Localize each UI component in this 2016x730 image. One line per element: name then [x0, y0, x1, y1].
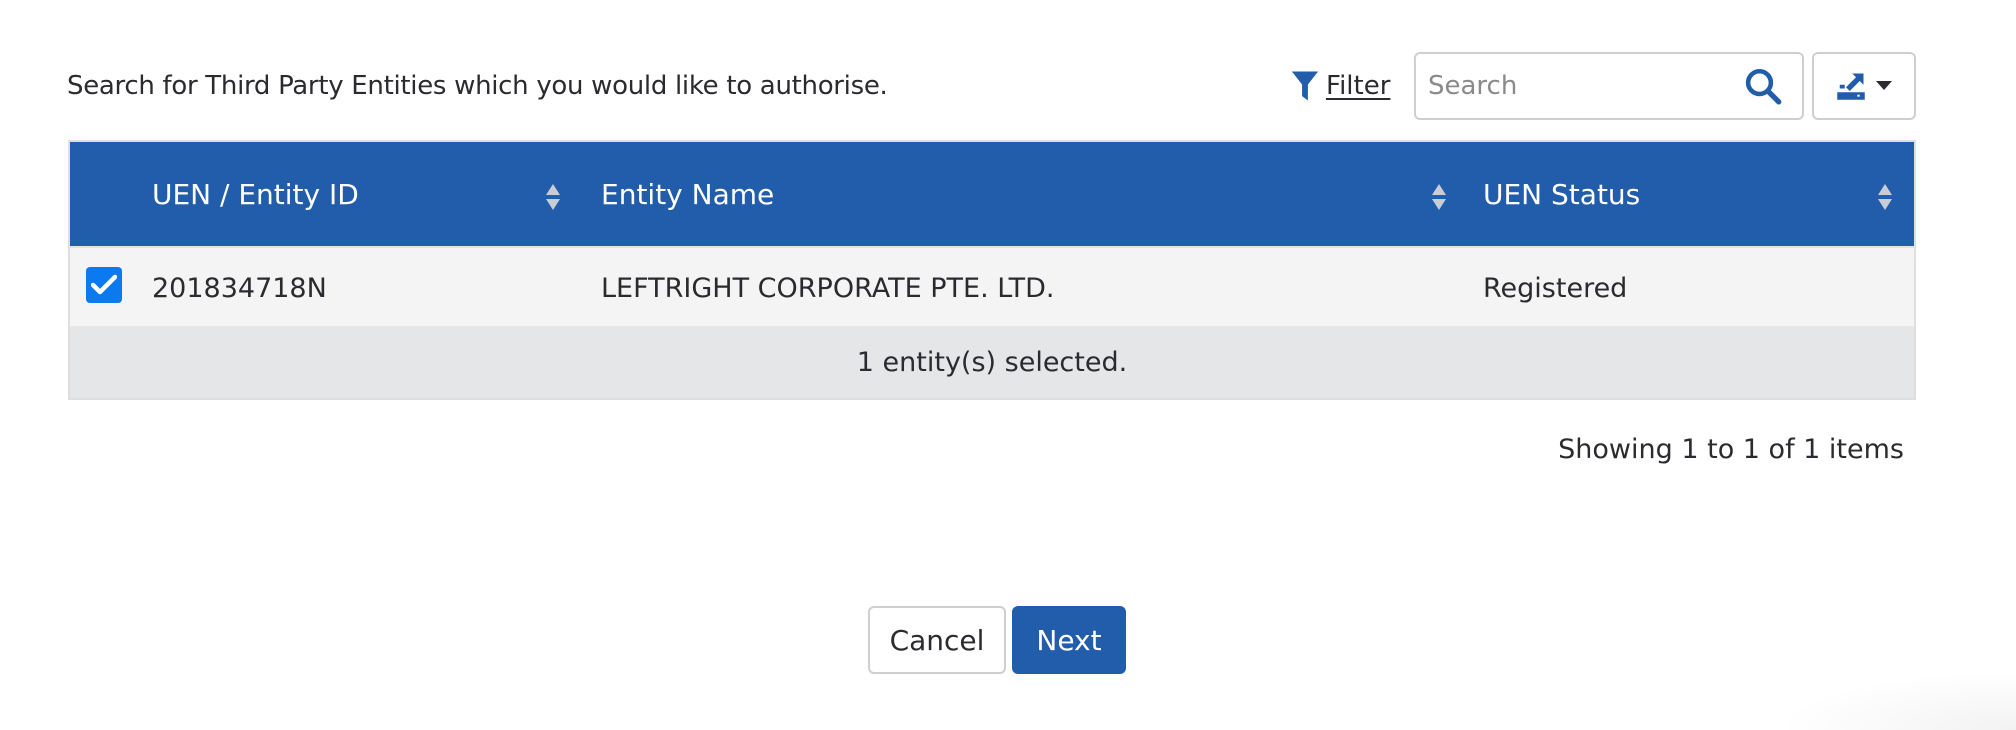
column-header-uen-status[interactable]: UEN Status [1483, 142, 1640, 246]
pagination-info: Showing 1 to 1 of 1 items [1558, 434, 1904, 465]
sort-icon[interactable] [1876, 182, 1894, 212]
export-icon [1837, 73, 1865, 100]
entities-table: UEN / Entity ID Entity Name UEN Status 2… [68, 140, 1916, 400]
column-label: UEN Status [1483, 177, 1641, 211]
cell-uen-status: Registered [1483, 272, 1628, 304]
cell-uen: 201834718N [152, 272, 327, 304]
sort-icon[interactable] [544, 182, 562, 212]
selection-summary: 1 entity(s) selected. [70, 326, 1914, 398]
funnel-icon [1291, 71, 1319, 101]
sort-icon[interactable] [1430, 182, 1448, 212]
search-input[interactable] [1416, 71, 1716, 101]
caret-down-icon [1876, 81, 1892, 90]
row-checkbox[interactable] [86, 267, 122, 303]
filter-label: Filter [1326, 71, 1391, 101]
search-box [1414, 52, 1804, 120]
authorise-entities-page: Search for Third Party Entities which yo… [0, 0, 2016, 730]
checkmark-icon [91, 274, 117, 295]
corner-shadow [1776, 670, 2016, 730]
column-label: UEN / Entity ID [152, 177, 359, 211]
filter-link[interactable]: Filter [1290, 66, 1390, 106]
column-header-entity-name[interactable]: Entity Name [601, 142, 774, 246]
cancel-button[interactable]: Cancel [868, 606, 1006, 674]
intro-text: Search for Third Party Entities which yo… [67, 71, 888, 101]
column-label: Entity Name [601, 177, 775, 211]
next-button[interactable]: Next [1012, 606, 1126, 674]
column-header-uen[interactable]: UEN / Entity ID [152, 142, 359, 246]
export-dropdown-button[interactable] [1812, 52, 1916, 120]
cell-entity-name: LEFTRIGHT CORPORATE PTE. LTD. [601, 272, 1055, 304]
search-icon[interactable] [1742, 66, 1784, 108]
table-row[interactable]: 201834718N LEFTRIGHT CORPORATE PTE. LTD.… [70, 246, 1914, 326]
table-header: UEN / Entity ID Entity Name UEN Status [70, 142, 1914, 246]
